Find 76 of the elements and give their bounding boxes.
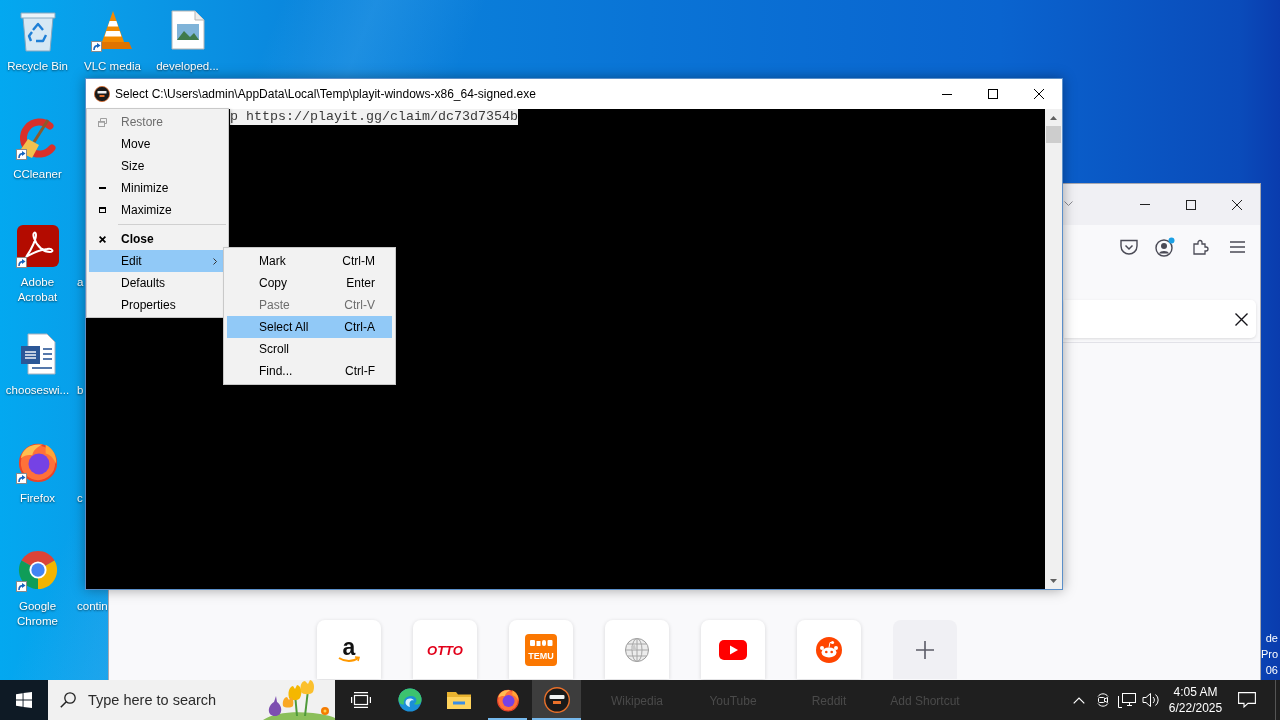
minimize-icon bbox=[98, 187, 106, 189]
firefox-icon bbox=[16, 441, 59, 483]
menu-item[interactable]: Scroll bbox=[227, 338, 392, 360]
notifications-icon[interactable] bbox=[1238, 692, 1256, 708]
scrollbar-thumb[interactable] bbox=[1046, 126, 1061, 143]
menu-item[interactable]: Move bbox=[89, 133, 223, 155]
playit-logo-icon bbox=[543, 687, 570, 713]
temu-logo: TEMU bbox=[525, 633, 557, 666]
windows-logo-icon bbox=[16, 692, 32, 708]
search-field[interactable]: Type here to search bbox=[48, 680, 335, 720]
firefox-icon bbox=[495, 688, 520, 712]
youtube-icon bbox=[719, 639, 747, 660]
document-icon bbox=[19, 333, 56, 375]
menu-item[interactable]: Size bbox=[89, 155, 223, 177]
menu-item[interactable]: Minimize bbox=[89, 177, 223, 199]
close-icon bbox=[98, 235, 106, 243]
folder-icon bbox=[446, 690, 471, 710]
reddit-icon bbox=[816, 636, 842, 663]
scrollbar[interactable] bbox=[1045, 109, 1062, 589]
flowers-drawing bbox=[263, 680, 335, 720]
menu-item[interactable]: Maximize bbox=[89, 199, 223, 221]
desktop-corner-text: Pro bbox=[1260, 647, 1278, 662]
shortcut-tile[interactable] bbox=[893, 620, 957, 679]
chrome-icon bbox=[16, 549, 59, 591]
chevron-right-icon bbox=[213, 257, 217, 265]
amazon-logo: a bbox=[336, 635, 362, 664]
plus-icon bbox=[916, 640, 934, 659]
task-view-icon bbox=[350, 692, 371, 708]
menu-item[interactable]: Mark Ctrl-M bbox=[227, 250, 392, 272]
edge-icon bbox=[397, 688, 422, 712]
image-file-icon bbox=[170, 10, 205, 50]
menu-item[interactable]: Copy Enter bbox=[227, 272, 392, 294]
console-text: p https://playit.gg/claim/dc73d7354b bbox=[230, 109, 518, 125]
desktop-corner-text: de bbox=[1265, 631, 1278, 646]
menu-item[interactable]: Find... Ctrl-F bbox=[227, 360, 392, 382]
wikipedia-icon bbox=[625, 637, 649, 662]
close-icon[interactable] bbox=[1235, 312, 1248, 326]
chevron-down-icon[interactable] bbox=[1064, 201, 1073, 206]
camera-icon[interactable] bbox=[1095, 693, 1111, 707]
menu-icon[interactable] bbox=[1229, 240, 1245, 253]
network-icon[interactable] bbox=[1118, 692, 1136, 708]
menu-item[interactable]: Edit bbox=[89, 250, 223, 272]
shortcut-tile[interactable] bbox=[605, 620, 669, 679]
minimize-icon[interactable] bbox=[942, 93, 952, 95]
start-button[interactable] bbox=[0, 680, 48, 720]
restore-icon bbox=[97, 117, 107, 127]
account-icon[interactable] bbox=[1155, 236, 1175, 257]
close-icon[interactable] bbox=[1232, 199, 1242, 210]
shortcut-tile[interactable]: OTTO bbox=[413, 620, 477, 679]
maximize-icon bbox=[98, 207, 106, 213]
close-icon[interactable] bbox=[1034, 89, 1044, 99]
search-icon bbox=[60, 692, 76, 708]
shortcut-tile[interactable] bbox=[797, 620, 861, 679]
pdf-app-icon bbox=[16, 225, 59, 267]
menu-item[interactable]: Close bbox=[89, 228, 223, 250]
shortcut-tile[interactable] bbox=[701, 620, 765, 679]
menu-item[interactable]: Defaults bbox=[89, 272, 223, 294]
clock-time[interactable]: 4:05 AM bbox=[1173, 684, 1218, 700]
puzzle-piece-icon[interactable] bbox=[1193, 238, 1209, 255]
taskbar-button[interactable] bbox=[532, 680, 581, 720]
maximize-icon[interactable] bbox=[988, 89, 998, 99]
window-title: Select C:\Users\admin\AppData\Local\Temp\playit-windows-x86_64-signed.exe bbox=[115, 87, 536, 101]
menu-item[interactable]: Properties bbox=[89, 294, 223, 316]
desktop-corner-text: 06 bbox=[1265, 663, 1278, 678]
chevron-up-icon[interactable] bbox=[1073, 696, 1085, 704]
otto-logo: OTTO bbox=[427, 642, 463, 657]
pocket-icon[interactable] bbox=[1120, 238, 1138, 255]
clock-date[interactable]: 6/22/2025 bbox=[1168, 700, 1223, 716]
menu-item[interactable]: Select All Ctrl-A bbox=[227, 316, 392, 338]
playit-logo-icon bbox=[94, 86, 110, 102]
scroll-up-icon[interactable] bbox=[1050, 115, 1057, 120]
search-input[interactable]: Type here to search bbox=[88, 692, 238, 708]
shortcut-tile[interactable]: a bbox=[317, 620, 381, 679]
maximize-icon[interactable] bbox=[1186, 199, 1196, 210]
scroll-down-icon[interactable] bbox=[1050, 578, 1057, 583]
speaker-icon[interactable] bbox=[1142, 692, 1160, 708]
